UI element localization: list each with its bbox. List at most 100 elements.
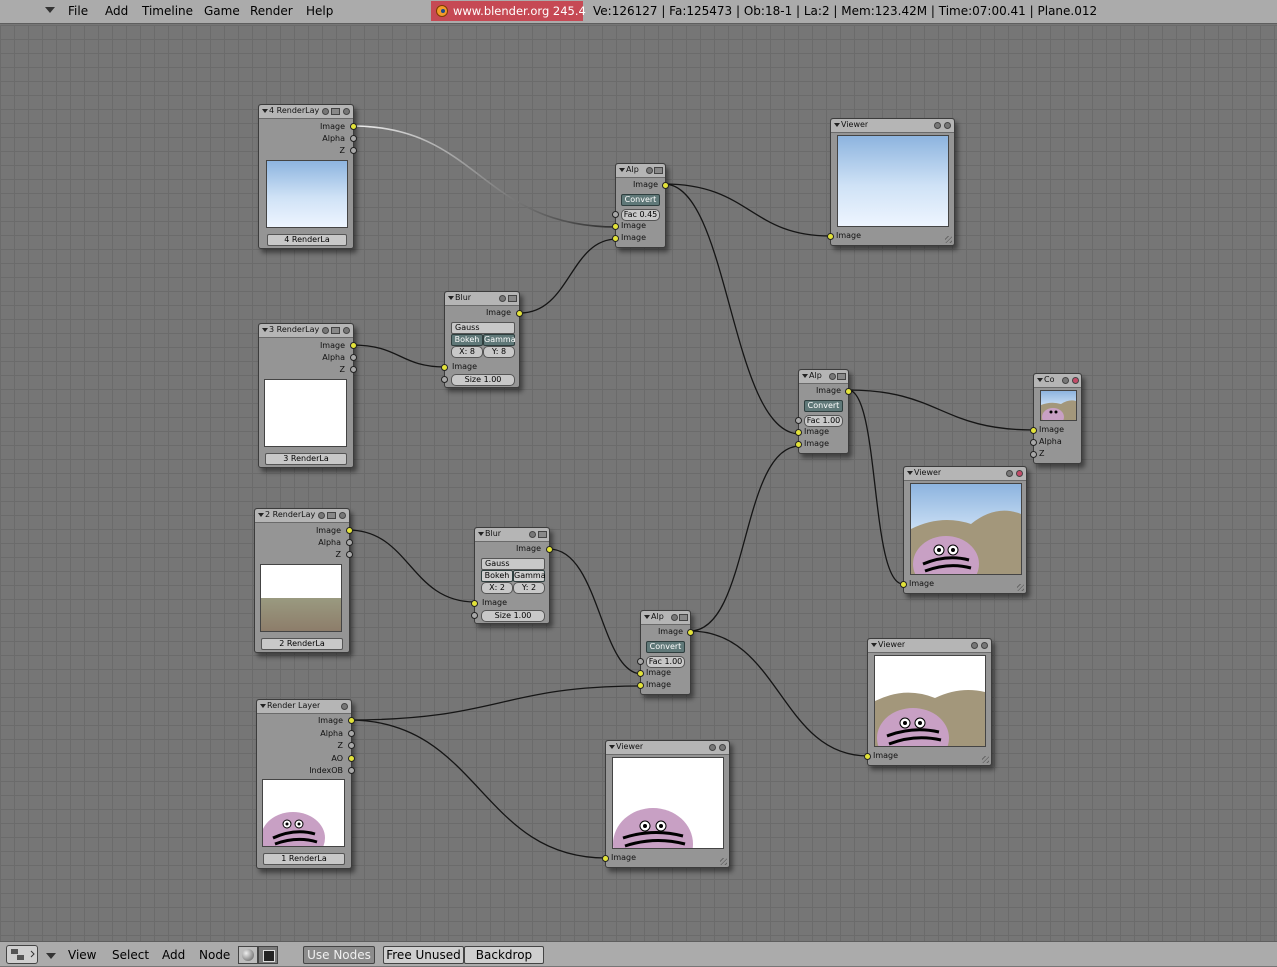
free-unused-button[interactable]: Free Unused [383, 946, 464, 964]
node-viewer-2[interactable]: Viewer Image [900, 466, 1027, 594]
node-header[interactable]: Render Layer [257, 700, 351, 714]
node-options-icon[interactable] [508, 295, 517, 302]
node-close-icon[interactable] [343, 108, 350, 115]
node-options-icon[interactable] [331, 327, 340, 334]
output-socket-image[interactable] [348, 717, 355, 724]
output-socket-z[interactable] [348, 742, 355, 749]
header-collapse-icon[interactable] [45, 7, 55, 13]
input-socket-alpha[interactable] [1030, 439, 1037, 446]
node-renderlayer-1[interactable]: Render Layer Image Alpha Z AO IndexOB 1 … [256, 699, 355, 869]
input-socket-image[interactable] [471, 600, 478, 607]
input-socket-z[interactable] [1030, 451, 1037, 458]
collapse-triangle-icon[interactable] [260, 704, 266, 708]
collapse-triangle-icon[interactable] [619, 168, 625, 172]
blur-filter-dropdown[interactable]: Gauss [451, 322, 515, 334]
output-socket-image[interactable] [546, 546, 553, 553]
collapse-triangle-icon[interactable] [448, 296, 454, 300]
node-preview-toggle-icon[interactable] [1006, 470, 1013, 477]
convert-premul-toggle[interactable]: Convert [621, 194, 660, 206]
blur-filter-dropdown[interactable]: Gauss [481, 558, 545, 570]
node-preview-toggle-icon[interactable] [529, 531, 536, 538]
input-socket-image-1[interactable] [795, 429, 802, 436]
menu-add[interactable]: Add [105, 4, 128, 18]
blur-size-field[interactable]: Size 1.00 [481, 610, 545, 622]
node-header[interactable]: Blur [475, 528, 549, 542]
node-preview-toggle-icon[interactable] [671, 614, 678, 621]
node-header[interactable]: Viewer [904, 467, 1026, 481]
blur-x-field[interactable]: X: 8 [451, 346, 483, 358]
node-options-icon[interactable] [538, 531, 547, 538]
menu-add[interactable]: Add [162, 948, 185, 962]
node-preview-toggle-icon[interactable] [934, 122, 941, 129]
node-blur-2[interactable]: Blur Image Gauss Bokeh Gamma X: 2 Y: 2 I… [471, 527, 553, 624]
node-renderlayer-2[interactable]: 2 RenderLay Image Alpha Z 2 RenderLa [254, 508, 353, 653]
node-header[interactable]: 2 RenderLay [255, 509, 349, 523]
header-collapse-icon[interactable] [46, 953, 56, 959]
node-header[interactable]: 3 RenderLay [259, 324, 353, 338]
gamma-toggle[interactable]: Gamma [513, 570, 546, 582]
output-socket-indexob[interactable] [348, 767, 355, 774]
collapse-triangle-icon[interactable] [258, 513, 264, 517]
node-header[interactable]: Alp [616, 164, 665, 178]
editor-type-selector[interactable] [6, 945, 38, 964]
input-socket-image-2[interactable] [612, 235, 619, 242]
collapse-triangle-icon[interactable] [262, 328, 268, 332]
node-preview-toggle-icon[interactable] [971, 642, 978, 649]
node-composite[interactable]: Co Image Alpha Z [1030, 373, 1082, 464]
input-socket-image[interactable] [827, 233, 834, 240]
node-preview-toggle-icon[interactable] [709, 744, 716, 751]
menu-timeline[interactable]: Timeline [142, 4, 193, 18]
backdrop-toggle[interactable]: Backdrop [464, 946, 544, 964]
node-close-icon[interactable] [343, 327, 350, 334]
node-close-icon[interactable] [1072, 377, 1079, 384]
node-viewer-4[interactable]: Viewer Image [602, 740, 730, 868]
input-socket-size[interactable] [441, 376, 448, 383]
resize-grip-icon[interactable] [1017, 584, 1024, 591]
node-header[interactable]: Blur [445, 292, 519, 306]
node-preview-toggle-icon[interactable] [322, 108, 329, 115]
blender-version-badge[interactable]: www.blender.org 245.4 [431, 1, 586, 21]
input-socket-fac[interactable] [795, 417, 802, 424]
node-alphaover-1[interactable]: Alp Image Convert Fac 0.45 Image Image [612, 163, 669, 248]
collapse-triangle-icon[interactable] [262, 109, 268, 113]
collapse-triangle-icon[interactable] [1037, 378, 1043, 382]
output-socket-z[interactable] [350, 366, 357, 373]
node-options-icon[interactable] [654, 167, 663, 174]
input-socket-image[interactable] [441, 364, 448, 371]
output-socket-ao[interactable] [348, 755, 355, 762]
output-socket-alpha[interactable] [348, 730, 355, 737]
node-options-icon[interactable] [331, 108, 340, 115]
collapse-triangle-icon[interactable] [834, 123, 840, 127]
menu-node[interactable]: Node [199, 948, 230, 962]
bokeh-toggle[interactable]: Bokeh [481, 570, 513, 582]
input-socket-fac[interactable] [637, 658, 644, 665]
input-socket-image[interactable] [1030, 427, 1037, 434]
node-editor-canvas[interactable]: 4 RenderLay Image Alpha Z 4 RenderLa 3 R… [0, 25, 1277, 941]
menu-render[interactable]: Render [250, 4, 293, 18]
output-socket-alpha[interactable] [350, 135, 357, 142]
output-socket-image[interactable] [346, 527, 353, 534]
output-socket-image[interactable] [350, 123, 357, 130]
output-socket-alpha[interactable] [346, 539, 353, 546]
node-viewer-3[interactable]: Viewer Image [864, 638, 992, 766]
output-socket-image[interactable] [350, 342, 357, 349]
collapse-triangle-icon[interactable] [644, 615, 650, 619]
menu-select[interactable]: Select [112, 948, 149, 962]
resize-grip-icon[interactable] [945, 236, 952, 243]
output-socket-image[interactable] [845, 388, 852, 395]
renderlayer-selector[interactable]: 2 RenderLa [261, 638, 343, 650]
renderlayer-selector[interactable]: 1 RenderLa [263, 853, 345, 865]
node-header[interactable]: Alp [799, 370, 848, 384]
input-socket-image[interactable] [864, 753, 871, 760]
input-socket-size[interactable] [471, 612, 478, 619]
collapse-triangle-icon[interactable] [478, 532, 484, 536]
node-close-icon[interactable] [719, 744, 726, 751]
input-socket-image[interactable] [900, 581, 907, 588]
input-socket-fac[interactable] [612, 211, 619, 218]
node-viewer-1[interactable]: Viewer Image [827, 118, 955, 246]
material-tree-type-button[interactable] [238, 946, 258, 964]
menu-file[interactable]: File [68, 4, 88, 18]
resize-grip-icon[interactable] [720, 858, 727, 865]
renderlayer-selector[interactable]: 3 RenderLa [265, 453, 347, 465]
node-preview-toggle-icon[interactable] [499, 295, 506, 302]
